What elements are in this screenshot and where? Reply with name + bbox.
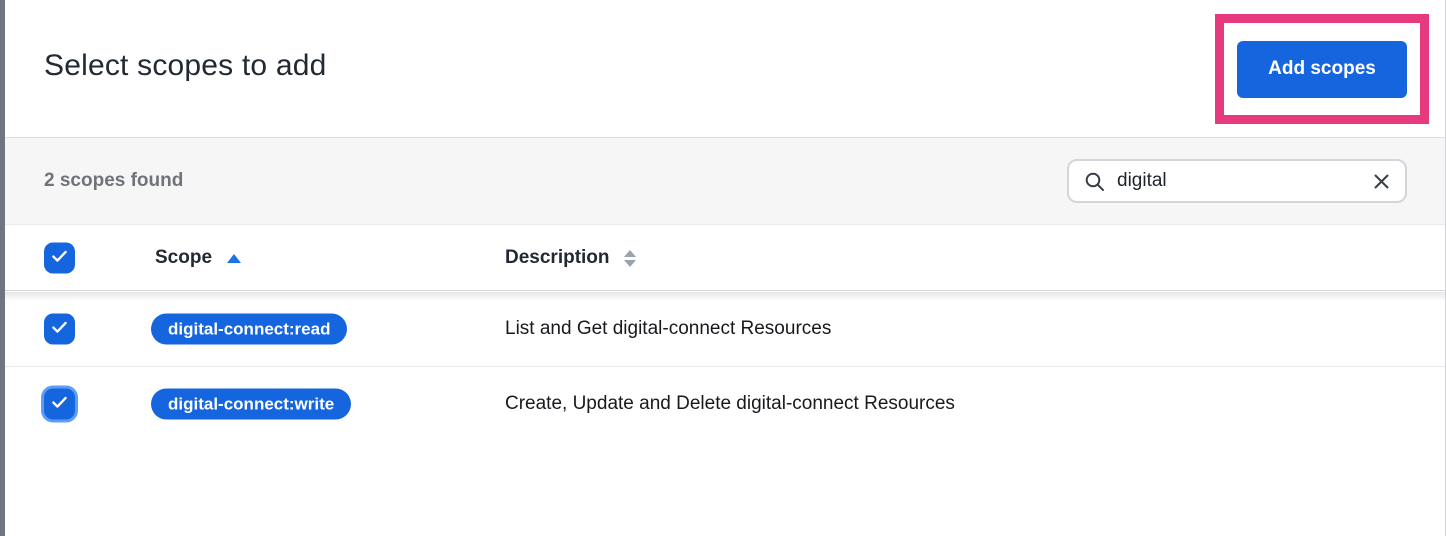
add-scopes-button[interactable]: Add scopes	[1237, 41, 1407, 98]
column-label: Scope	[155, 247, 212, 269]
clear-icon	[1372, 172, 1391, 191]
search-icon	[1084, 171, 1105, 192]
search-box[interactable]	[1067, 159, 1407, 203]
row-checkbox[interactable]	[44, 314, 75, 345]
results-count: 2 scopes found	[44, 170, 183, 192]
select-scopes-dialog: Select scopes to add Add scopes 2 scopes…	[0, 0, 1446, 536]
search-input[interactable]	[1117, 170, 1360, 192]
scope-description: List and Get digital-connect Resources	[505, 318, 831, 340]
scope-description: Create, Update and Delete digital-connec…	[505, 393, 955, 415]
select-all-checkbox[interactable]	[44, 243, 75, 274]
checkmark-icon	[49, 316, 70, 342]
sort-ascending-icon	[227, 254, 241, 263]
checkmark-icon	[49, 245, 70, 271]
results-toolbar: 2 scopes found	[5, 138, 1446, 225]
column-header-scope[interactable]: Scope	[155, 247, 241, 269]
sort-unsorted-icon	[624, 250, 636, 267]
clear-search-button[interactable]	[1372, 172, 1391, 191]
scope-badge: digital-connect:write	[151, 389, 351, 420]
table-row-scope-write[interactable]: digital-connect:write Create, Update and…	[5, 368, 1446, 440]
scope-badge: digital-connect:read	[151, 314, 347, 345]
checkmark-icon	[49, 391, 70, 417]
annotation-highlight-box: Add scopes	[1215, 14, 1429, 124]
page-title: Select scopes to add	[44, 49, 327, 83]
column-label: Description	[505, 247, 610, 269]
table-row-scope-read[interactable]: digital-connect:read List and Get digita…	[5, 292, 1446, 367]
row-checkbox[interactable]	[44, 389, 75, 420]
table-header-row: Scope Description	[5, 226, 1446, 291]
column-header-description[interactable]: Description	[505, 247, 636, 269]
